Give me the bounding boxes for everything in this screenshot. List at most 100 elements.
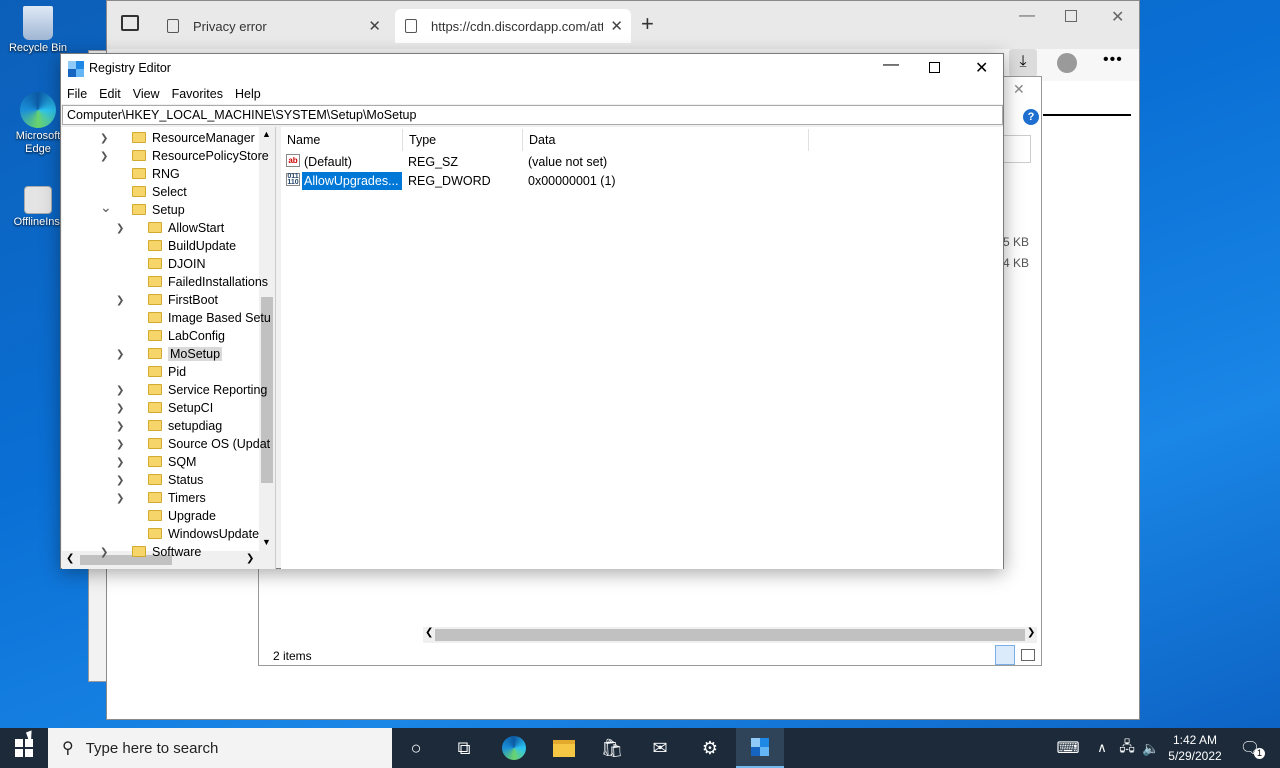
cortana-icon[interactable]: ○ [392,728,440,768]
download-icon[interactable]: ⤓ [1009,49,1037,77]
new-tab-button[interactable]: + [641,11,654,37]
mail-icon[interactable]: ✉ [636,728,684,768]
scrollbar-thumb[interactable] [435,629,1025,641]
tree-item[interactable]: Timers [148,489,206,507]
tree-item[interactable]: LabConfig [148,327,225,345]
chevron-right-icon[interactable]: ❯ [116,439,124,450]
scroll-up-icon[interactable]: ▲ [262,129,271,139]
address-bar[interactable]: Computer\HKEY_LOCAL_MACHINE\SYSTEM\Setup… [62,105,1003,125]
details-view-icon[interactable] [995,645,1015,665]
desktop-icon-recycle-bin[interactable]: Recycle Bin [0,6,76,55]
chevron-down-icon[interactable]: ⌄ [100,199,112,216]
notification-icon[interactable]: 🗨 1 [1230,728,1270,768]
more-options-icon[interactable]: ••• [1103,51,1123,69]
close-icon[interactable]: ✕ [1013,81,1025,98]
search-box[interactable] [1003,135,1031,163]
minimize-icon[interactable]: — [1019,7,1035,25]
chevron-right-icon[interactable]: ❯ [116,349,124,360]
clock[interactable]: 1:42 AM 5/29/2022 [1164,732,1226,764]
tree-item[interactable]: Image Based Setu [148,309,271,327]
chevron-right-icon[interactable]: ❯ [116,385,124,396]
browser-tab-discord[interactable]: https://cdn.discordapp.com/atta ✕ [395,9,631,43]
tree-item[interactable]: DJOIN [148,255,206,273]
chevron-right-icon[interactable]: ❯ [116,475,124,486]
tree-item[interactable]: Pid [148,363,186,381]
scroll-left-icon[interactable]: ❮ [66,553,74,564]
close-icon[interactable]: ✕ [1111,7,1124,27]
tree-item[interactable]: Upgrade [148,507,216,525]
minimize-icon[interactable]: — [883,56,899,74]
tree-item[interactable]: FirstBoot [148,291,218,309]
task-view-icon[interactable]: ⧉ [440,728,488,768]
file-explorer-icon[interactable] [540,728,588,768]
tiles-view-icon[interactable] [1021,649,1035,661]
chevron-right-icon[interactable]: ❯ [116,223,124,234]
column-header-type[interactable]: Type [403,129,523,151]
tree-item[interactable]: SetupCI [148,399,213,417]
menu-help[interactable]: Help [235,84,269,104]
chevron-right-icon[interactable]: ❯ [116,493,124,504]
scroll-right-icon[interactable]: ❯ [246,553,254,564]
tree-item[interactable]: setupdiag [148,417,222,435]
tree-item[interactable]: FailedInstallations [148,273,268,291]
chevron-right-icon[interactable]: ❯ [100,547,108,558]
tree-item[interactable]: SQM [148,453,196,471]
scroll-right-icon[interactable]: ❯ [1027,627,1035,638]
chevron-right-icon[interactable]: ❯ [116,403,124,414]
scroll-left-icon[interactable]: ❮ [425,627,433,638]
chevron-right-icon[interactable]: ❯ [100,151,108,162]
tree-item[interactable]: Select [132,183,187,201]
volume-icon[interactable]: 🔈 [1138,728,1164,768]
close-icon[interactable]: ✕ [975,58,988,78]
store-icon[interactable]: 🛍 [588,728,636,768]
folder-icon [132,186,146,197]
tree-item[interactable]: Setup [132,201,185,219]
table-row[interactable]: ab (Default) REG_SZ (value not set) [281,153,1001,172]
settings-icon[interactable]: ⚙ [686,728,734,768]
vertical-scrollbar[interactable]: ▲ ▼ [259,127,275,551]
tree-item[interactable]: RNG [132,165,180,183]
menu-favorites[interactable]: Favorites [172,84,231,104]
folder-icon [132,546,146,557]
chevron-up-icon[interactable]: ∧ [1088,728,1116,768]
chevron-right-icon[interactable]: ❯ [116,421,124,432]
chevron-right-icon[interactable]: ❯ [116,295,124,306]
tree-item[interactable]: Status [148,471,203,489]
tree-item[interactable]: AllowStart [148,219,224,237]
tree-item[interactable]: Source OS (Updat [148,435,270,453]
tree-item[interactable]: ResourcePolicyStore [132,147,269,165]
folder-icon [148,384,162,395]
tab-actions-icon[interactable] [121,15,139,31]
menu-edit[interactable]: Edit [99,84,129,104]
menu-view[interactable]: View [133,84,168,104]
tree-item[interactable]: MoSetup [148,345,223,363]
window-title: Registry Editor [89,61,171,75]
profile-icon[interactable] [1057,53,1077,73]
table-row[interactable]: 011 110 AllowUpgrades... REG_DWORD 0x0000… [281,171,1001,191]
chevron-right-icon[interactable]: ❯ [116,457,124,468]
tree-item[interactable]: BuildUpdate [148,237,236,255]
tree-item[interactable]: WindowsUpdate [148,525,259,543]
edge-taskbar-icon[interactable] [490,728,538,768]
tree-item[interactable]: ResourceManager [132,129,255,147]
maximize-icon[interactable] [1065,10,1077,22]
maximize-icon[interactable] [929,62,940,73]
menu-file[interactable]: File [67,84,95,104]
notification-count: 1 [1254,748,1265,759]
close-tab-icon[interactable]: ✕ [368,17,381,35]
column-header-data[interactable]: Data [523,129,809,151]
column-header-name[interactable]: Name [281,129,403,151]
tree-item[interactable]: Service Reporting [148,381,267,399]
browser-tab-privacy-error[interactable]: Privacy error ✕ [157,9,389,43]
horizontal-scrollbar[interactable]: ❮ ❯ [423,627,1037,643]
close-tab-icon[interactable]: ✕ [610,17,623,35]
search-box[interactable]: ⚲ Type here to search [48,728,392,768]
regedit-taskbar-icon[interactable] [736,728,784,768]
chevron-right-icon[interactable]: ❯ [100,133,108,144]
scroll-down-icon[interactable]: ▼ [262,537,271,547]
keyboard-icon[interactable]: ⌨ [1044,728,1092,768]
help-icon[interactable]: ? [1023,109,1039,125]
tree-item[interactable]: Software [132,543,201,561]
network-icon[interactable]: 🖧 [1114,728,1140,768]
start-button[interactable] [0,728,48,768]
